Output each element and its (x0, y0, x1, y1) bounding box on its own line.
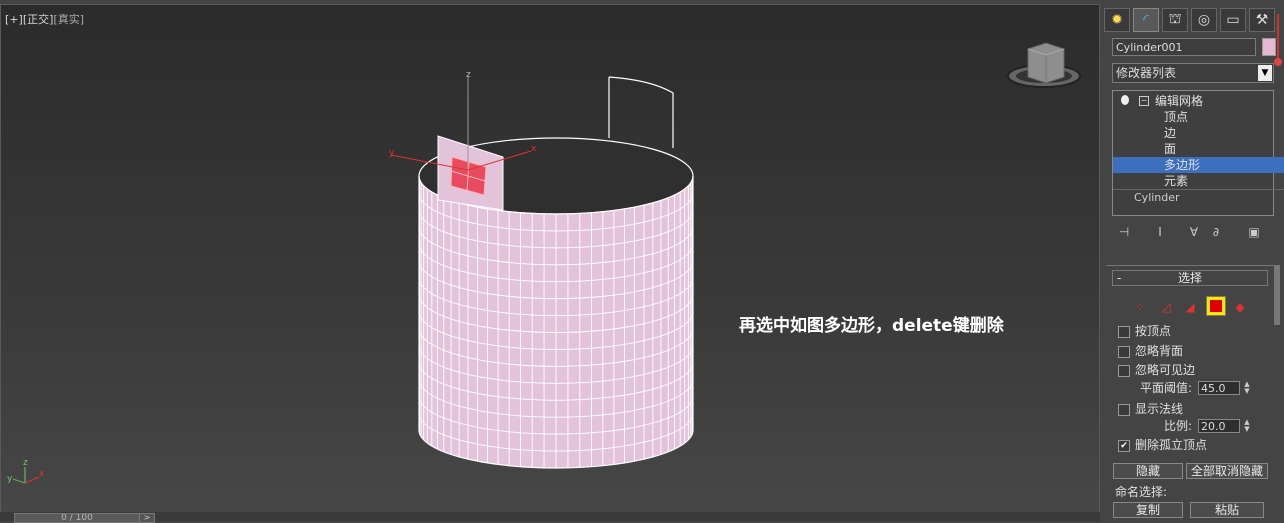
make-unique-icon[interactable]: ∀ (1186, 224, 1202, 240)
spinner-arrows-icon[interactable]: ▲ ▼ (1242, 381, 1252, 395)
paste-button[interactable]: 粘贴 (1190, 502, 1264, 518)
collapse-icon[interactable]: − (1139, 96, 1149, 106)
planar-threshold-spinner: 平面阈值: 45.0 ▲ ▼ (1140, 380, 1270, 396)
scene-canvas[interactable]: z x y x y z (1, 5, 1101, 515)
stack-item-edge[interactable]: 边 (1113, 125, 1284, 141)
show-normals-checkbox[interactable]: 显示法线 (1118, 401, 1268, 417)
stack-base-label: Cylinder (1134, 191, 1180, 204)
pin-stack-icon[interactable]: ⊣ (1116, 224, 1132, 240)
element-level-icon[interactable]: ◆ (1232, 299, 1248, 315)
stack-sub-label: 元素 (1164, 174, 1189, 188)
display-monitor-icon: ▭ (1226, 12, 1240, 28)
spinner-value[interactable]: 20.0 (1198, 419, 1240, 433)
scroll-indicator (1277, 14, 1279, 62)
time-slider[interactable]: 0 / 100 (14, 513, 140, 523)
display-tab[interactable]: ▭ (1220, 8, 1246, 32)
axis-tripod-icon (12, 467, 40, 484)
hierarchy-icon: ⛫ (1168, 11, 1182, 27)
tripod-y-label: y (7, 474, 13, 484)
tripod-z-label: z (23, 458, 28, 468)
modifier-list-label: 修改器列表 (1116, 66, 1177, 80)
object-name-field[interactable]: Cylinder001 (1112, 38, 1256, 56)
named-selection-label: 命名选择: (1115, 485, 1168, 499)
collapse-icon: - (1117, 271, 1122, 285)
cylinder-mesh[interactable] (418, 175, 694, 469)
time-next-button[interactable]: > (139, 513, 155, 523)
stack-sub-label: 多边形 (1164, 158, 1201, 172)
hide-button[interactable]: 隐藏 (1113, 463, 1183, 479)
annotation-text: 再选中如图多边形，delete键删除 (739, 316, 1004, 336)
viewport-front[interactable]: [+][正交][真实] z x y x y z 再选中如图多边形，delete键… (0, 4, 1100, 514)
motion-tab[interactable]: ◎ (1191, 8, 1217, 32)
selection-rollout: - 选择 ⁘ ◿ ◢ ◆ 按顶点 忽略背面 忽略可见边 平面阈值: 45.0 ▲… (1106, 265, 1274, 522)
gizmo-y-label: y (389, 148, 395, 158)
checkbox-label: 显示法线 (1135, 402, 1184, 416)
stack-item-edit-mesh[interactable]: − 编辑网格 (1113, 93, 1284, 109)
stack-sub-label: 顶点 (1164, 110, 1189, 124)
chevron-down-icon[interactable]: ▼ (1258, 65, 1272, 81)
utilities-tab[interactable]: ⚒ (1249, 8, 1275, 32)
spinner-label: 比例: (1164, 419, 1193, 433)
spinner-label: 平面阈值: (1140, 381, 1193, 395)
configure-sets-icon[interactable]: ▣ (1246, 224, 1262, 240)
stack-item-cylinder[interactable]: Cylinder (1113, 189, 1284, 206)
checkbox-box[interactable] (1118, 346, 1130, 358)
checkbox-label: 删除孤立顶点 (1135, 438, 1208, 452)
stack-item-element[interactable]: 元素 (1113, 173, 1284, 189)
spinner-arrows-icon[interactable]: ▲ ▼ (1242, 419, 1252, 433)
time-bar (0, 512, 1100, 521)
spinner-value[interactable]: 45.0 (1198, 381, 1240, 395)
modifier-list-dropdown[interactable]: 修改器列表 ▼ (1112, 63, 1274, 83)
edge-level-icon[interactable]: ◿ (1158, 299, 1174, 315)
stack-item-vertex[interactable]: 顶点 (1113, 109, 1284, 125)
by-vertex-checkbox[interactable]: 按顶点 (1118, 323, 1268, 339)
modify-arc-icon: ◜ (1143, 12, 1149, 28)
ignore-visible-edges-checkbox[interactable]: 忽略可见边 (1118, 362, 1268, 378)
tripod-x-label: x (39, 469, 45, 479)
stack-toolbar: ⊣ Ι ∀ ∂ ▣ (1112, 222, 1274, 242)
checkbox-label: 忽略背面 (1135, 344, 1184, 358)
vertex-level-icon[interactable]: ⁘ (1132, 299, 1148, 315)
remove-modifier-icon[interactable]: ∂ (1208, 224, 1224, 240)
show-end-result-icon[interactable]: Ι (1152, 224, 1168, 240)
stack-item-polygon[interactable]: 多边形 (1113, 157, 1284, 173)
checkbox-box[interactable] (1118, 326, 1130, 338)
object-color-swatch[interactable] (1262, 38, 1276, 56)
motion-icon: ◎ (1197, 12, 1211, 28)
checkbox-label: 忽略可见边 (1135, 363, 1196, 377)
rollout-title: 选择 (1177, 271, 1202, 285)
command-panel-tabs: ✹ ◜ ⛫ ◎ ▭ ⚒ (1102, 6, 1284, 34)
hammer-icon: ⚒ (1255, 12, 1269, 28)
stack-sub-label: 面 (1164, 142, 1177, 156)
scroll-indicator-dot (1274, 58, 1282, 66)
panel-scrollbar[interactable] (1274, 265, 1280, 325)
subobject-level-icons: ⁘ ◿ ◢ ◆ (1132, 296, 1252, 318)
selection-rollout-header[interactable]: - 选择 (1112, 270, 1268, 286)
face-level-icon[interactable]: ◢ (1182, 299, 1198, 315)
gizmo-x-label: x (531, 144, 537, 154)
modify-tab[interactable]: ◜ (1133, 8, 1159, 32)
create-tab[interactable]: ✹ (1104, 8, 1130, 32)
delete-isolated-vertices-checkbox[interactable]: ✔ 删除孤立顶点 (1118, 437, 1268, 453)
unhide-all-button[interactable]: 全部取消隐藏 (1186, 463, 1268, 479)
scale-spinner: 比例: 20.0 ▲ ▼ (1164, 418, 1274, 434)
polygon-level-icon[interactable] (1206, 296, 1226, 316)
stack-sub-label: 边 (1164, 126, 1177, 140)
modifier-stack[interactable]: − 编辑网格 顶点 边 面 多边形 元素 Cylinder (1112, 90, 1284, 216)
checkbox-box[interactable] (1118, 404, 1130, 416)
mesh-edge (608, 76, 674, 148)
checkbox-box[interactable] (1118, 365, 1130, 377)
sun-icon: ✹ (1111, 12, 1123, 28)
lightbulb-icon[interactable] (1121, 95, 1129, 105)
gizmo-z-label: z (466, 70, 471, 80)
hierarchy-tab[interactable]: ⛫ (1162, 8, 1188, 32)
ignore-backfaces-checkbox[interactable]: 忽略背面 (1118, 343, 1268, 359)
stack-item-face[interactable]: 面 (1113, 141, 1284, 157)
checkbox-label: 按顶点 (1135, 324, 1172, 338)
checkbox-box[interactable]: ✔ (1118, 440, 1130, 452)
copy-button[interactable]: 复制 (1113, 502, 1183, 518)
viewcube[interactable] (1007, 42, 1081, 88)
stack-item-label: 编辑网格 (1155, 94, 1204, 108)
